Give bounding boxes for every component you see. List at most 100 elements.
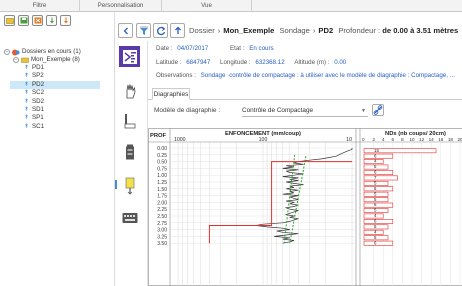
tab-diagraphies[interactable]: Diagraphies xyxy=(152,88,190,100)
y-tick-label: 3.25 xyxy=(157,234,167,240)
nd-bar-label: 15 xyxy=(374,148,379,153)
nd-tick-label: 12 xyxy=(419,137,425,142)
sondage-icon: ↟ xyxy=(24,90,30,97)
diagraphie-icon[interactable] xyxy=(119,46,140,67)
sidebar-tree: − Dossiers en cours (1) − Mon_Exemple (8… xyxy=(0,12,115,286)
tab-personnalisation[interactable]: Personnalisation xyxy=(80,0,162,12)
tree-item-sp2[interactable]: ↟ SP2 xyxy=(24,72,44,80)
observations-value: Sondage ·contrôle de compactage : à util… xyxy=(200,72,455,79)
tree-item-sc2[interactable]: ↟ SC2 xyxy=(24,89,44,97)
probe-icon[interactable] xyxy=(119,175,140,196)
date-value: 04/07/2017 xyxy=(177,45,209,52)
breadcrumb-dossier[interactable]: Mon_Exemple xyxy=(223,26,274,35)
breadcrumb: Dossier › Mon_Exemple Sondage › PD2 Profonde… xyxy=(189,26,459,35)
y-tick-label: 0.00 xyxy=(157,146,167,152)
delete-icon[interactable] xyxy=(32,15,43,26)
etat-value: En cours xyxy=(249,45,274,52)
y-tick-label: 2.00 xyxy=(157,200,167,206)
observations-row: Observations : Sondage ·contrôle de comp… xyxy=(156,71,461,80)
nd-bar xyxy=(363,240,394,246)
tab-vue[interactable]: Vue xyxy=(162,0,252,12)
nd-tick-label: 6 xyxy=(392,137,395,142)
tree-root[interactable]: − Dossiers en cours (1) xyxy=(4,48,81,56)
chart-svg: PROF ENFONCEMENT (mm/coup) NDx (nb coups/ … xyxy=(148,128,462,286)
y-tick-label: 3.50 xyxy=(157,241,167,247)
tab-filtre[interactable]: Filtre xyxy=(0,0,80,12)
tree-item-sd1[interactable]: ↟ SD1 xyxy=(24,106,44,114)
nd-chart-title: NDx (nb coups/ 20cm) xyxy=(385,131,446,137)
observations-label: Observations : xyxy=(156,72,196,79)
latitude-label: Latitude : xyxy=(156,59,182,66)
cylinder-icon[interactable] xyxy=(119,110,140,131)
tree-item-pd2[interactable]: ↟ PD2 xyxy=(10,80,100,89)
sondage-icon: ↟ xyxy=(24,81,30,88)
folder-icon xyxy=(21,57,29,63)
nd-bar xyxy=(363,170,394,175)
y-tick-label: 2.25 xyxy=(157,207,167,213)
breadcrumb-dossier-label: Dossier xyxy=(189,26,215,35)
tree-item-sc1[interactable]: ↟ SC1 xyxy=(24,123,44,131)
collapse-icon[interactable]: − xyxy=(4,49,10,55)
tree-item-sp1[interactable]: ↟ SP1 xyxy=(24,114,44,122)
tree-item-label: SP2 xyxy=(32,72,44,80)
y-tick-label: 0.50 xyxy=(157,160,167,166)
nd-tick-label: 8 xyxy=(401,137,404,142)
save-icon[interactable] xyxy=(18,15,29,26)
hand-icon[interactable] xyxy=(119,80,140,101)
back-icon[interactable] xyxy=(118,23,133,38)
nd-bar xyxy=(363,153,394,159)
tree-item-sd2[interactable]: ↟ SD2 xyxy=(24,98,44,106)
longitude-value: 632368.12 xyxy=(255,59,285,66)
main-panel: Date : 04/07/2017 Etat : En cours Latitu… xyxy=(147,41,462,286)
selection-marker xyxy=(115,180,117,189)
folder-icon[interactable] xyxy=(4,15,15,26)
x-tick-label: 1000 xyxy=(174,137,186,143)
sondage-icon: ↟ xyxy=(24,107,30,113)
ribbon-tabs: Filtre Personnalisation Vue xyxy=(0,0,462,12)
y-tick-label: 2.50 xyxy=(157,214,167,220)
settings-icon[interactable] xyxy=(60,15,71,26)
breadcrumb-profondeur-label: Profondeur : xyxy=(338,26,381,35)
model-select-value: Contrôle de Compactage xyxy=(242,107,314,114)
tree-folder[interactable]: − Mon_Exemple (8) xyxy=(13,56,80,64)
nd-tick-label: 4 xyxy=(382,137,385,142)
battery-icon[interactable] xyxy=(119,141,140,162)
model-select[interactable]: Contrôle de Compactage ▼ xyxy=(242,105,368,117)
keyboard-icon[interactable] xyxy=(119,207,140,228)
y-tick-label: 0.25 xyxy=(157,153,167,159)
etat-label: Etat : xyxy=(230,45,245,52)
model-label: Modèle de diagraphie : xyxy=(154,107,221,114)
tree-root-label: Dossiers en cours (1) xyxy=(22,48,81,55)
tab-underline xyxy=(148,99,462,100)
filter-icon[interactable] xyxy=(136,23,151,38)
tree-item-pd1[interactable]: ↟ PD1 xyxy=(24,64,44,72)
collapse-icon[interactable]: − xyxy=(13,57,19,63)
sondage-icon: ↟ xyxy=(24,73,30,80)
tree-item-label: SD1 xyxy=(32,106,45,113)
breadcrumb-profondeur: de 0.00 à 3.51 mètres xyxy=(382,26,459,35)
x-tick-label: 10 xyxy=(346,137,352,143)
sondage-icon: ↟ xyxy=(24,115,30,122)
nd-tick-label: 2 xyxy=(372,137,375,142)
nd-tick-label: 14 xyxy=(429,137,435,142)
etat-row: Etat : En cours xyxy=(230,44,274,53)
nd-tick-label: 20 xyxy=(457,137,462,142)
y-tick-label: 2.75 xyxy=(157,221,167,227)
top-toolbar: Dossier › Mon_Exemple Sondage › PD2 Profonde… xyxy=(118,23,462,40)
shovel-icon[interactable] xyxy=(46,15,57,26)
nd-bar xyxy=(363,186,394,192)
nd-bar xyxy=(363,219,394,224)
chevron-down-icon: ▼ xyxy=(361,108,366,114)
refresh-icon[interactable] xyxy=(153,23,168,38)
nd-bar xyxy=(363,202,394,208)
tree-item-label: SC1 xyxy=(32,122,45,130)
breadcrumb-sondage[interactable]: PD2 xyxy=(318,26,333,35)
sondage-icon: ↟ xyxy=(24,65,30,71)
link-icon[interactable] xyxy=(372,104,384,116)
date-row: Date : 04/07/2017 xyxy=(156,44,208,53)
y-tick-label: 0.75 xyxy=(157,166,167,172)
up-icon[interactable] xyxy=(170,23,185,38)
nd-tick-label: 18 xyxy=(448,137,454,142)
nd-tick-label: 16 xyxy=(438,137,444,142)
altitude-value: 0.00 xyxy=(334,59,347,66)
